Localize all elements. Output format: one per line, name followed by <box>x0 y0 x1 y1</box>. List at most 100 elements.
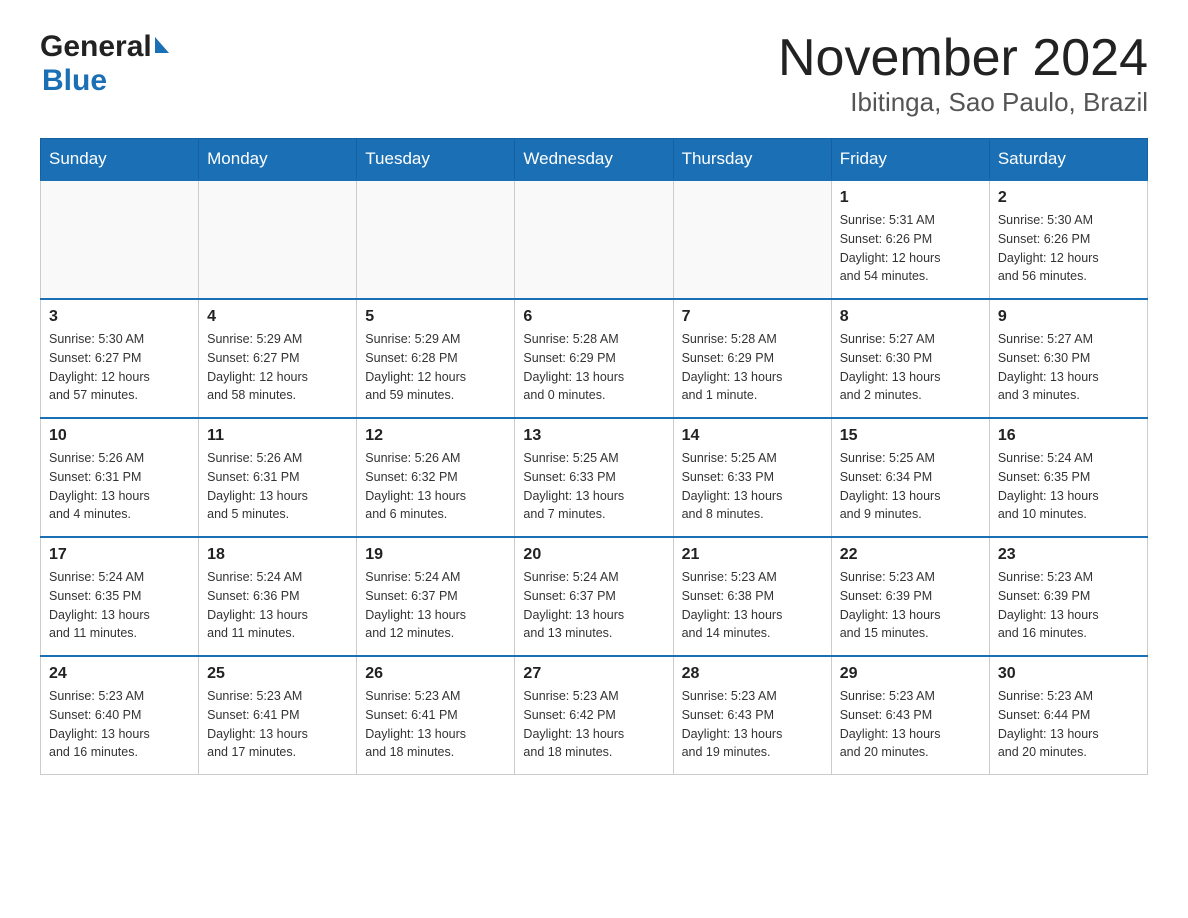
day-info: Sunrise: 5:27 AM Sunset: 6:30 PM Dayligh… <box>998 330 1139 405</box>
calendar-cell: 26Sunrise: 5:23 AM Sunset: 6:41 PM Dayli… <box>357 656 515 775</box>
calendar-cell: 14 Sunrise: 5:25 AM Sunset: 6:33 PM Dayli… <box>673 418 831 537</box>
calendar-cell <box>673 180 831 299</box>
calendar-cell: 18Sunrise: 5:24 AM Sunset: 6:36 PM Dayli… <box>199 537 357 656</box>
day-info: Sunrise: 5:24 AM Sunset: 6:35 PM Dayligh… <box>49 568 190 643</box>
day-number: 28 <box>682 665 823 683</box>
title-block: November 2024 Ibitinga, Sao Paulo, Brazi… <box>778 30 1148 118</box>
calendar-cell <box>199 180 357 299</box>
calendar-cell: 7 Sunrise: 5:28 AM Sunset: 6:29 PM Daylig… <box>673 299 831 418</box>
day-header-monday: Monday <box>199 139 357 181</box>
day-number: 19 <box>365 546 506 564</box>
day-number: 22 <box>840 546 981 564</box>
day-header-thursday: Thursday <box>673 139 831 181</box>
day-info: Sunrise: 5:27 AM Sunset: 6:30 PM Dayligh… <box>840 330 981 405</box>
day-info: Sunrise: 5:30 AM Sunset: 6:26 PM Dayligh… <box>998 211 1139 286</box>
calendar-subtitle: Ibitinga, Sao Paulo, Brazil <box>778 87 1148 118</box>
day-info: Sunrise: 5:23 AM Sunset: 6:38 PM Dayligh… <box>682 568 823 643</box>
day-header-wednesday: Wednesday <box>515 139 673 181</box>
calendar-cell: 29 Sunrise: 5:23 AM Sunset: 6:43 PM Dayli… <box>831 656 989 775</box>
day-number: 21 <box>682 546 823 564</box>
calendar-cell: 4Sunrise: 5:29 AM Sunset: 6:27 PM Daylig… <box>199 299 357 418</box>
day-info: Sunrise: 5:23 AM Sunset: 6:41 PM Dayligh… <box>207 687 348 762</box>
day-number: 27 <box>523 665 664 683</box>
day-info: Sunrise: 5:23 AM Sunset: 6:43 PM Dayligh… <box>840 687 981 762</box>
day-number: 8 <box>840 308 981 326</box>
day-info: Sunrise: 5:25 AM Sunset: 6:33 PM Dayligh… <box>682 449 823 524</box>
calendar-cell: 28 Sunrise: 5:23 AM Sunset: 6:43 PM Dayli… <box>673 656 831 775</box>
calendar-cell: 8 Sunrise: 5:27 AM Sunset: 6:30 PM Daylig… <box>831 299 989 418</box>
day-number: 10 <box>49 427 190 445</box>
day-number: 14 <box>682 427 823 445</box>
calendar-cell: 3 Sunrise: 5:30 AM Sunset: 6:27 PM Daylig… <box>41 299 199 418</box>
logo-blue-text: Blue <box>40 64 107 97</box>
calendar-cell: 1 Sunrise: 5:31 AM Sunset: 6:26 PM Daylig… <box>831 180 989 299</box>
day-number: 30 <box>998 665 1139 683</box>
day-number: 5 <box>365 308 506 326</box>
day-info: Sunrise: 5:30 AM Sunset: 6:27 PM Dayligh… <box>49 330 190 405</box>
logo-arrow-icon <box>155 37 169 53</box>
day-info: Sunrise: 5:26 AM Sunset: 6:31 PM Dayligh… <box>49 449 190 524</box>
calendar-cell <box>41 180 199 299</box>
day-info: Sunrise: 5:25 AM Sunset: 6:33 PM Dayligh… <box>523 449 664 524</box>
day-number: 6 <box>523 308 664 326</box>
calendar-week-2: 10 Sunrise: 5:26 AM Sunset: 6:31 PM Dayli… <box>41 418 1148 537</box>
day-info: Sunrise: 5:23 AM Sunset: 6:44 PM Dayligh… <box>998 687 1139 762</box>
calendar-title: November 2024 <box>778 30 1148 87</box>
day-info: Sunrise: 5:24 AM Sunset: 6:35 PM Dayligh… <box>998 449 1139 524</box>
day-number: 12 <box>365 427 506 445</box>
calendar-cell: 12 Sunrise: 5:26 AM Sunset: 6:32 PM Dayli… <box>357 418 515 537</box>
day-header-sunday: Sunday <box>41 139 199 181</box>
day-info: Sunrise: 5:24 AM Sunset: 6:37 PM Dayligh… <box>365 568 506 643</box>
calendar-cell <box>357 180 515 299</box>
calendar-cell: 15Sunrise: 5:25 AM Sunset: 6:34 PM Dayli… <box>831 418 989 537</box>
day-number: 24 <box>49 665 190 683</box>
calendar-cell: 10 Sunrise: 5:26 AM Sunset: 6:31 PM Dayli… <box>41 418 199 537</box>
calendar-header: SundayMondayTuesdayWednesdayThursdayFrid… <box>41 139 1148 181</box>
day-number: 25 <box>207 665 348 683</box>
calendar-cell: 9 Sunrise: 5:27 AM Sunset: 6:30 PM Daylig… <box>989 299 1147 418</box>
calendar-cell: 23Sunrise: 5:23 AM Sunset: 6:39 PM Dayli… <box>989 537 1147 656</box>
calendar-cell: 25 Sunrise: 5:23 AM Sunset: 6:41 PM Dayli… <box>199 656 357 775</box>
calendar-week-0: 1 Sunrise: 5:31 AM Sunset: 6:26 PM Daylig… <box>41 180 1148 299</box>
day-info: Sunrise: 5:29 AM Sunset: 6:27 PM Dayligh… <box>207 330 348 405</box>
day-info: Sunrise: 5:23 AM Sunset: 6:39 PM Dayligh… <box>998 568 1139 643</box>
day-number: 16 <box>998 427 1139 445</box>
day-number: 29 <box>840 665 981 683</box>
day-info: Sunrise: 5:23 AM Sunset: 6:40 PM Dayligh… <box>49 687 190 762</box>
day-number: 11 <box>207 427 348 445</box>
day-header-tuesday: Tuesday <box>357 139 515 181</box>
day-header-row: SundayMondayTuesdayWednesdayThursdayFrid… <box>41 139 1148 181</box>
day-number: 9 <box>998 308 1139 326</box>
calendar-cell: 27 Sunrise: 5:23 AM Sunset: 6:42 PM Dayli… <box>515 656 673 775</box>
calendar-cell: 13 Sunrise: 5:25 AM Sunset: 6:33 PM Dayli… <box>515 418 673 537</box>
day-info: Sunrise: 5:25 AM Sunset: 6:34 PM Dayligh… <box>840 449 981 524</box>
logo-general-text: General <box>40 30 152 64</box>
day-number: 20 <box>523 546 664 564</box>
day-info: Sunrise: 5:26 AM Sunset: 6:32 PM Dayligh… <box>365 449 506 524</box>
calendar-cell: 19 Sunrise: 5:24 AM Sunset: 6:37 PM Dayli… <box>357 537 515 656</box>
day-info: Sunrise: 5:26 AM Sunset: 6:31 PM Dayligh… <box>207 449 348 524</box>
calendar-week-1: 3 Sunrise: 5:30 AM Sunset: 6:27 PM Daylig… <box>41 299 1148 418</box>
calendar-cell: 30 Sunrise: 5:23 AM Sunset: 6:44 PM Dayli… <box>989 656 1147 775</box>
calendar-cell: 20 Sunrise: 5:24 AM Sunset: 6:37 PM Dayli… <box>515 537 673 656</box>
day-number: 3 <box>49 308 190 326</box>
calendar-week-3: 17 Sunrise: 5:24 AM Sunset: 6:35 PM Dayli… <box>41 537 1148 656</box>
calendar-cell: 16 Sunrise: 5:24 AM Sunset: 6:35 PM Dayli… <box>989 418 1147 537</box>
day-info: Sunrise: 5:24 AM Sunset: 6:37 PM Dayligh… <box>523 568 664 643</box>
day-number: 17 <box>49 546 190 564</box>
day-info: Sunrise: 5:31 AM Sunset: 6:26 PM Dayligh… <box>840 211 981 286</box>
day-number: 1 <box>840 189 981 207</box>
day-info: Sunrise: 5:23 AM Sunset: 6:41 PM Dayligh… <box>365 687 506 762</box>
day-info: Sunrise: 5:23 AM Sunset: 6:43 PM Dayligh… <box>682 687 823 762</box>
day-number: 7 <box>682 308 823 326</box>
calendar-cell: 5Sunrise: 5:29 AM Sunset: 6:28 PM Daylig… <box>357 299 515 418</box>
day-header-friday: Friday <box>831 139 989 181</box>
calendar-week-4: 24 Sunrise: 5:23 AM Sunset: 6:40 PM Dayli… <box>41 656 1148 775</box>
day-number: 2 <box>998 189 1139 207</box>
calendar-body: 1 Sunrise: 5:31 AM Sunset: 6:26 PM Daylig… <box>41 180 1148 775</box>
logo: General Blue <box>40 30 169 98</box>
day-number: 13 <box>523 427 664 445</box>
day-info: Sunrise: 5:28 AM Sunset: 6:29 PM Dayligh… <box>682 330 823 405</box>
day-number: 18 <box>207 546 348 564</box>
day-info: Sunrise: 5:23 AM Sunset: 6:42 PM Dayligh… <box>523 687 664 762</box>
